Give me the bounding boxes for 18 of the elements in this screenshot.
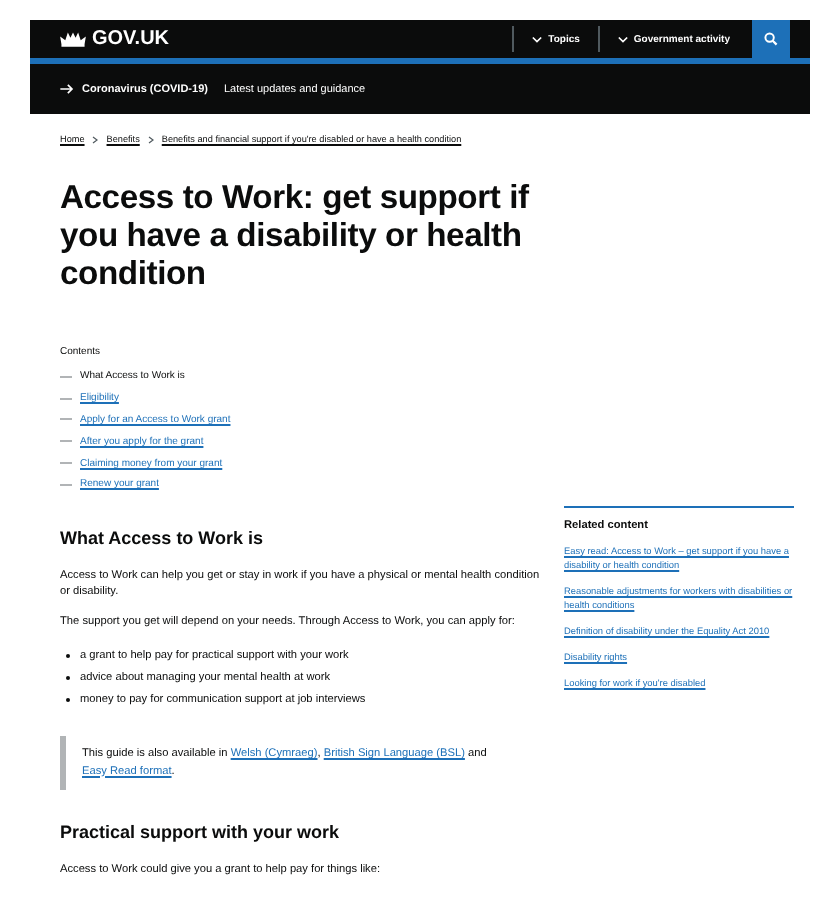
dash-icon <box>60 440 72 443</box>
search-icon <box>764 32 778 46</box>
chevron-icon <box>532 35 543 43</box>
chevron-icon <box>617 35 628 43</box>
govuk-logo-link[interactable]: GOV.UK <box>60 28 170 50</box>
section-heading: Practical support with your work <box>60 821 342 842</box>
search-button[interactable] <box>752 20 790 58</box>
crown-icon <box>60 30 86 48</box>
chevron-icon <box>92 135 99 143</box>
dash-icon <box>60 397 72 400</box>
dash-icon <box>60 375 72 378</box>
section-heading: What Access to Work is <box>60 527 266 548</box>
arrow-icon <box>60 84 74 94</box>
dash-icon <box>60 462 72 465</box>
dash-icon <box>60 483 72 486</box>
page-title: Access to Work: get support if you have a disability or health condition <box>60 178 531 292</box>
dash-icon <box>60 418 72 421</box>
chevron-icon <box>147 135 154 143</box>
